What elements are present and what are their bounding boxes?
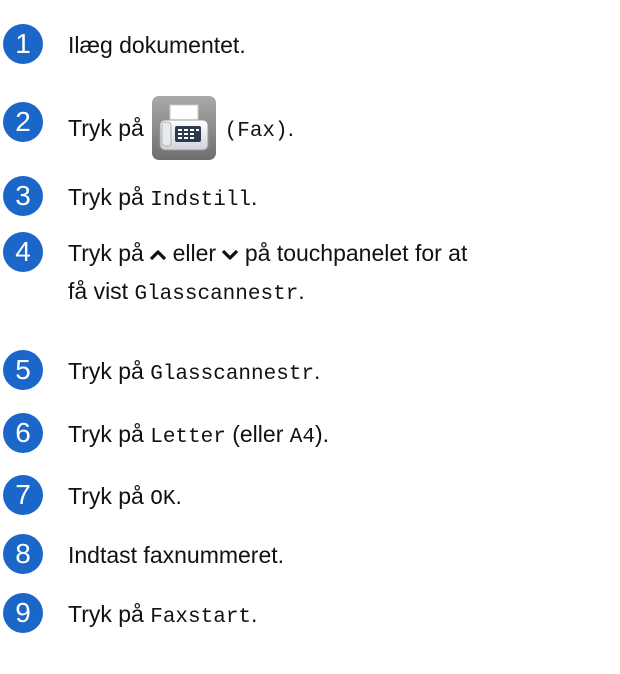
step-prefix: Tryk på (68, 184, 144, 210)
step-prefix: Tryk på (68, 421, 144, 447)
step-prefix: Tryk på (68, 115, 144, 141)
code-label: A4 (289, 426, 315, 449)
step-prefix: Tryk på (68, 240, 144, 266)
code-label: Letter (150, 426, 226, 449)
step-text: Tryk på eller på touchpanelet for at få … (68, 238, 467, 310)
step-number-badge: 1 (3, 24, 43, 64)
code-label: Faxstart (150, 606, 252, 629)
step-prefix: Tryk på (68, 601, 144, 627)
code-label: OK (150, 488, 176, 511)
step-text: Tryk på OK. (68, 483, 182, 511)
step-text: Tryk på (Fax). (68, 95, 294, 164)
code-label: Indstill (150, 189, 252, 212)
step-number-badge: 3 (3, 176, 43, 216)
step-number-badge: 9 (3, 593, 43, 633)
step-prefix: Tryk på (68, 483, 144, 509)
step-prefix: Tryk på (68, 358, 144, 384)
code-label: (Fax) (224, 120, 288, 143)
step-number-badge: 6 (3, 413, 43, 453)
code-label: Glasscannestr (134, 282, 299, 306)
code-label: Glasscannestr (150, 363, 315, 386)
step-text: Tryk på Letter (eller A4). (68, 421, 330, 449)
step-text: Tryk på Faxstart. (68, 601, 258, 629)
chevron-down-icon (222, 238, 239, 268)
step-number-badge: 2 (3, 102, 43, 142)
step-number-badge: 5 (3, 350, 43, 390)
step-number-badge: 7 (3, 475, 43, 515)
chevron-up-icon (150, 238, 167, 268)
step-number-badge: 4 (3, 232, 43, 272)
step-text: Tryk på Indstill. (68, 184, 258, 212)
fax-icon (152, 95, 217, 160)
step-text: Indtast faxnummeret. (68, 542, 285, 568)
step-number-badge: 8 (3, 534, 43, 574)
step-text: Ilæg dokumentet. (68, 32, 246, 58)
step-text: Tryk på Glasscannestr. (68, 358, 321, 386)
